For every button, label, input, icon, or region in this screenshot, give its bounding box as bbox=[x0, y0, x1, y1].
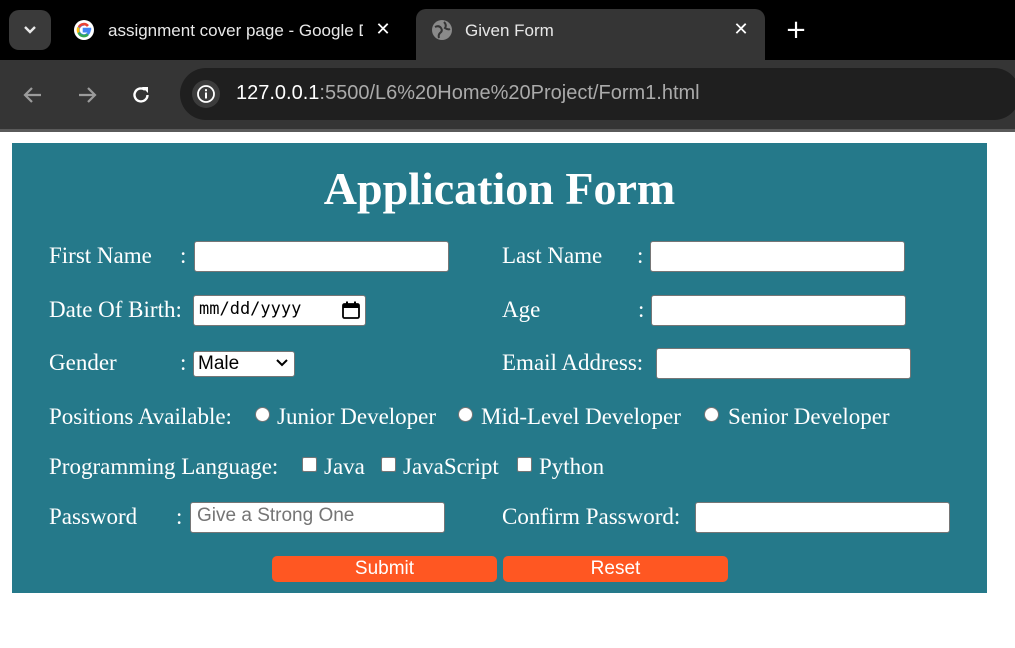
first-name-label: First Name bbox=[49, 243, 152, 268]
toolbar-divider bbox=[0, 129, 1015, 132]
new-tab-plus-icon[interactable]: + bbox=[782, 16, 810, 44]
url-text: 127.0.0.1:5500/L6%20Home%20Project/Form1… bbox=[236, 82, 700, 105]
last-name-input[interactable] bbox=[650, 241, 905, 272]
back-arrow-icon[interactable] bbox=[18, 80, 48, 110]
reset-button[interactable]: Reset bbox=[503, 556, 728, 582]
password-label: Password bbox=[49, 504, 138, 529]
password-placeholder: Give a Strong One bbox=[197, 505, 355, 526]
date-of-birth-input[interactable]: mm/dd/yyyy bbox=[193, 295, 366, 326]
confirm-password-label: Confirm Password: bbox=[502, 504, 681, 529]
colon: : bbox=[180, 350, 187, 375]
colon: : bbox=[638, 297, 645, 322]
url-host: 127.0.0.1 bbox=[236, 82, 320, 104]
python-label: Python bbox=[539, 454, 605, 479]
application-form: Application Form First Name : Last Name … bbox=[12, 143, 987, 593]
radio-mid-level-developer[interactable] bbox=[458, 407, 473, 422]
positions-available-label: Positions Available: bbox=[49, 404, 232, 429]
tab-given-form[interactable]: Given Form ✕ bbox=[416, 9, 765, 60]
email-address-label: Email Address: bbox=[502, 350, 644, 375]
tab-strip: assignment cover page - Google Docs ✕ Gi… bbox=[0, 0, 1015, 60]
password-input[interactable]: Give a Strong One bbox=[190, 502, 445, 533]
forward-arrow-icon[interactable] bbox=[72, 80, 102, 110]
gender-select[interactable]: Male bbox=[193, 351, 295, 377]
reload-icon[interactable] bbox=[126, 80, 156, 110]
page-title: Application Form bbox=[323, 163, 676, 214]
tab-title: Given Form bbox=[465, 21, 554, 40]
url-path: :5500/L6%20Home%20Project/Form1.html bbox=[319, 82, 700, 104]
address-bar[interactable]: 127.0.0.1:5500/L6%20Home%20Project/Form1… bbox=[180, 68, 1015, 120]
chevron-down-icon bbox=[24, 26, 36, 34]
javascript-label: JavaScript bbox=[403, 454, 499, 479]
colon: : bbox=[180, 243, 187, 268]
java-label: Java bbox=[324, 454, 365, 479]
senior-developer-label: Senior Developer bbox=[728, 404, 890, 429]
first-name-input[interactable] bbox=[194, 241, 449, 272]
submit-button[interactable]: Submit bbox=[272, 556, 497, 582]
last-name-label: Last Name bbox=[502, 243, 603, 268]
checkbox-python[interactable] bbox=[517, 457, 532, 472]
age-input[interactable] bbox=[651, 295, 906, 326]
close-icon[interactable]: ✕ bbox=[370, 17, 396, 43]
tab-assignment-cover-page[interactable]: assignment cover page - Google Docs ✕ bbox=[58, 9, 410, 60]
checkbox-java[interactable] bbox=[302, 457, 317, 472]
junior-developer-label: Junior Developer bbox=[277, 404, 437, 429]
mid-level-developer-label: Mid-Level Developer bbox=[481, 404, 681, 429]
programming-language-label: Programming Language: bbox=[49, 454, 279, 479]
gender-label: Gender bbox=[49, 350, 117, 375]
date-of-birth-label: Date Of Birth: bbox=[49, 297, 182, 322]
colon: : bbox=[637, 243, 644, 268]
age-label: Age bbox=[502, 297, 541, 322]
radio-senior-developer[interactable] bbox=[704, 407, 719, 422]
confirm-password-input[interactable] bbox=[695, 502, 950, 533]
globe-icon bbox=[432, 20, 452, 40]
site-info-icon[interactable] bbox=[192, 80, 220, 108]
checkbox-javascript[interactable] bbox=[381, 457, 396, 472]
google-g-icon bbox=[74, 20, 94, 40]
tab-title: assignment cover page - Google Docs bbox=[108, 21, 363, 40]
calendar-icon[interactable] bbox=[341, 300, 361, 320]
chevron-down-icon bbox=[276, 359, 288, 367]
browser-toolbar: 127.0.0.1:5500/L6%20Home%20Project/Form1… bbox=[0, 60, 1015, 129]
close-icon[interactable]: ✕ bbox=[728, 17, 754, 43]
gender-selected-value: Male bbox=[198, 353, 240, 374]
date-placeholder: mm/dd/yyyy bbox=[199, 299, 302, 319]
tab-search-button[interactable] bbox=[9, 10, 51, 50]
radio-junior-developer[interactable] bbox=[255, 407, 270, 422]
email-address-input[interactable] bbox=[656, 348, 911, 379]
colon: : bbox=[176, 504, 183, 529]
